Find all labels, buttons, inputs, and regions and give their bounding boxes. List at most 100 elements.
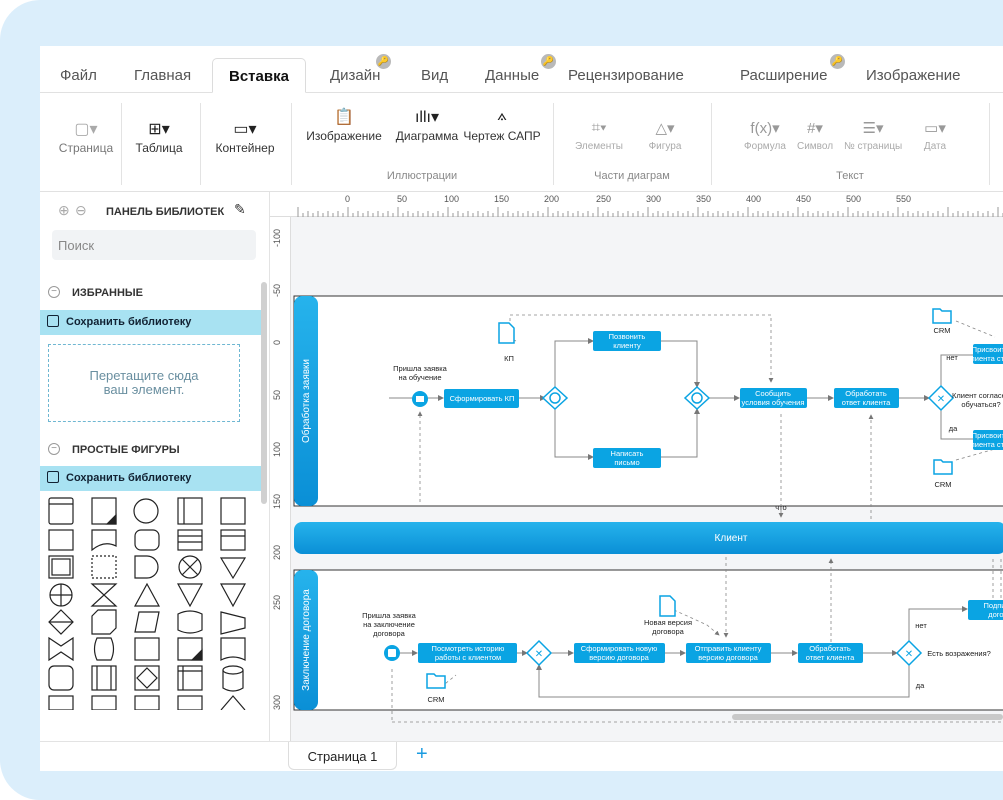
- page-number-button[interactable]: ☰▾ № страницы: [844, 93, 902, 152]
- shape-rect-small[interactable]: [48, 529, 74, 551]
- diagram-canvas[interactable]: Обработка заявки Клиент Заключение догов…: [291, 217, 1003, 741]
- cad-button[interactable]: ⟑ Чертеж САПР: [463, 81, 541, 143]
- ruler-label: 50: [272, 389, 282, 400]
- figure-button[interactable]: △▾ Фигура: [632, 93, 698, 152]
- folder-icon[interactable]: [426, 673, 446, 689]
- save-library-button[interactable]: Сохранить библиотеку: [40, 310, 262, 335]
- library-search-input[interactable]: Поиск: [52, 230, 256, 260]
- shape-palette[interactable]: [47, 494, 257, 710]
- shape-summing[interactable]: [49, 583, 73, 607]
- shape-rounded[interactable]: [134, 529, 160, 551]
- lane-2-title: Заключение договора: [301, 589, 312, 691]
- lane-2-body[interactable]: [293, 569, 1003, 711]
- shape-note[interactable]: [91, 497, 117, 525]
- group-label-parts: Части диаграм: [594, 170, 670, 182]
- shape-delay[interactable]: [134, 555, 159, 579]
- elements-button[interactable]: ⌗▾ Элементы: [564, 93, 634, 152]
- canvas-horizontal-scrollbar[interactable]: [732, 714, 1003, 720]
- shape-card-filled[interactable]: [177, 637, 203, 661]
- container-button[interactable]: ▭▾ Контейнер: [210, 93, 280, 155]
- shape-triangle-down[interactable]: [219, 557, 247, 580]
- shape-row8-5[interactable]: [220, 695, 246, 710]
- diagram-button[interactable]: ıllı▾ Диаграмма: [389, 81, 465, 143]
- lock-icon: 🔑: [376, 54, 391, 69]
- sidebar-scrollbar[interactable]: [261, 282, 267, 504]
- add-page-icon[interactable]: +: [416, 743, 428, 766]
- tab-home[interactable]: Главная: [134, 58, 191, 93]
- shape-dashed-rect[interactable]: [91, 555, 117, 579]
- document-icon[interactable]: [659, 595, 676, 617]
- table-button[interactable]: ⊞▾ Таблица: [126, 93, 192, 155]
- edit-icon[interactable]: ✎: [234, 201, 246, 218]
- shape-stored-data[interactable]: [93, 637, 115, 661]
- expand-icon[interactable]: ⊕: [58, 202, 70, 219]
- favorites-section-header[interactable]: − ИЗБРАННЫЕ: [40, 280, 262, 306]
- shape-list[interactable]: [220, 529, 246, 551]
- shape-rect-header[interactable]: [48, 497, 74, 525]
- task-send-label-a: Отправить клиенту: [695, 644, 762, 653]
- task-newver-label-b: версию договора: [589, 653, 649, 662]
- shape-wave[interactable]: [220, 637, 246, 661]
- favorites-label: ИЗБРАННЫЕ: [72, 287, 144, 299]
- document-icon[interactable]: [498, 322, 515, 344]
- drop-zone[interactable]: Перетащите сюда ваш элемент.: [48, 344, 240, 422]
- shape-row8-4[interactable]: [177, 695, 203, 710]
- shape-manual-op[interactable]: [220, 611, 246, 635]
- shape-rounded-2[interactable]: [48, 665, 74, 691]
- save-library-button-2[interactable]: Сохранить библиотеку: [40, 466, 262, 491]
- shape-document[interactable]: [91, 529, 117, 552]
- page-tab-1[interactable]: Страница 1: [288, 742, 397, 770]
- shape-merge[interactable]: [176, 583, 204, 608]
- ruler-label: 200: [544, 194, 560, 204]
- ruler-label: 550: [896, 194, 912, 204]
- no-label: нет: [946, 353, 958, 362]
- tab-file[interactable]: Файл: [60, 58, 97, 93]
- tab-review[interactable]: Рецензирование: [568, 58, 684, 93]
- folder-icon[interactable]: [932, 308, 952, 324]
- no-label-2: нет: [915, 621, 927, 630]
- simple-shapes-section-header[interactable]: − ПРОСТЫЕ ФИГУРЫ: [40, 437, 262, 463]
- shape-extract[interactable]: [219, 583, 247, 608]
- pool-client[interactable]: [294, 522, 1003, 554]
- collapse-icon[interactable]: ⊖: [75, 202, 87, 219]
- page-button[interactable]: ▢▾ Страница: [56, 93, 116, 155]
- shape-or[interactable]: [178, 555, 202, 579]
- tab-insert[interactable]: Вставка: [212, 58, 306, 93]
- shape-parallelogram[interactable]: [134, 611, 160, 633]
- shape-internal-storage[interactable]: [177, 665, 203, 691]
- shape-row8-3[interactable]: [134, 695, 160, 710]
- shape-row8-1[interactable]: [48, 695, 74, 710]
- task-assign-2-label-a: Присвоить з: [972, 431, 1003, 440]
- tab-image[interactable]: Изображение: [866, 58, 961, 93]
- shape-bowtie[interactable]: [48, 636, 74, 662]
- shape-diamond-box[interactable]: [134, 665, 160, 691]
- shape-triangle[interactable]: [133, 582, 161, 607]
- shape-cylinder[interactable]: [222, 665, 244, 692]
- ruler-label: 100: [272, 441, 282, 457]
- page-bar: Страница 1 +: [40, 741, 1003, 771]
- shape-panel[interactable]: [177, 497, 203, 525]
- shape-process[interactable]: [134, 637, 160, 661]
- table-button-label: Таблица: [135, 141, 183, 155]
- folder-icon[interactable]: [933, 459, 953, 475]
- ruler-label: 500: [846, 194, 862, 204]
- shape-collate[interactable]: [90, 583, 118, 607]
- shape-table[interactable]: [177, 529, 203, 551]
- shape-predefined[interactable]: [91, 665, 117, 691]
- shape-double-rect[interactable]: [48, 555, 74, 579]
- shape-rect[interactable]: [220, 497, 246, 525]
- symbol-button[interactable]: #▾ Символ: [790, 93, 840, 152]
- shape-tape[interactable]: [177, 610, 203, 634]
- panel-title: ПАНЕЛЬ БИБЛИОТЕК: [106, 206, 225, 218]
- date-button[interactable]: ▭▾ Дата: [912, 93, 958, 152]
- formula-button[interactable]: f(x)▾ Формула: [738, 93, 792, 152]
- shape-circle[interactable]: [133, 498, 159, 524]
- tab-extension[interactable]: Расширение 🔑: [740, 54, 845, 93]
- group-label-text: Текст: [836, 170, 864, 182]
- shape-row8-2[interactable]: [91, 695, 117, 710]
- shape-sort[interactable]: [48, 609, 74, 635]
- shape-cube[interactable]: [91, 609, 117, 635]
- task-sign-label-a: Подписать: [983, 601, 1003, 610]
- image-button[interactable]: 📋 Изображение: [304, 81, 384, 143]
- bpmn-diagram[interactable]: Обработка заявки Клиент Заключение догов…: [291, 217, 1003, 741]
